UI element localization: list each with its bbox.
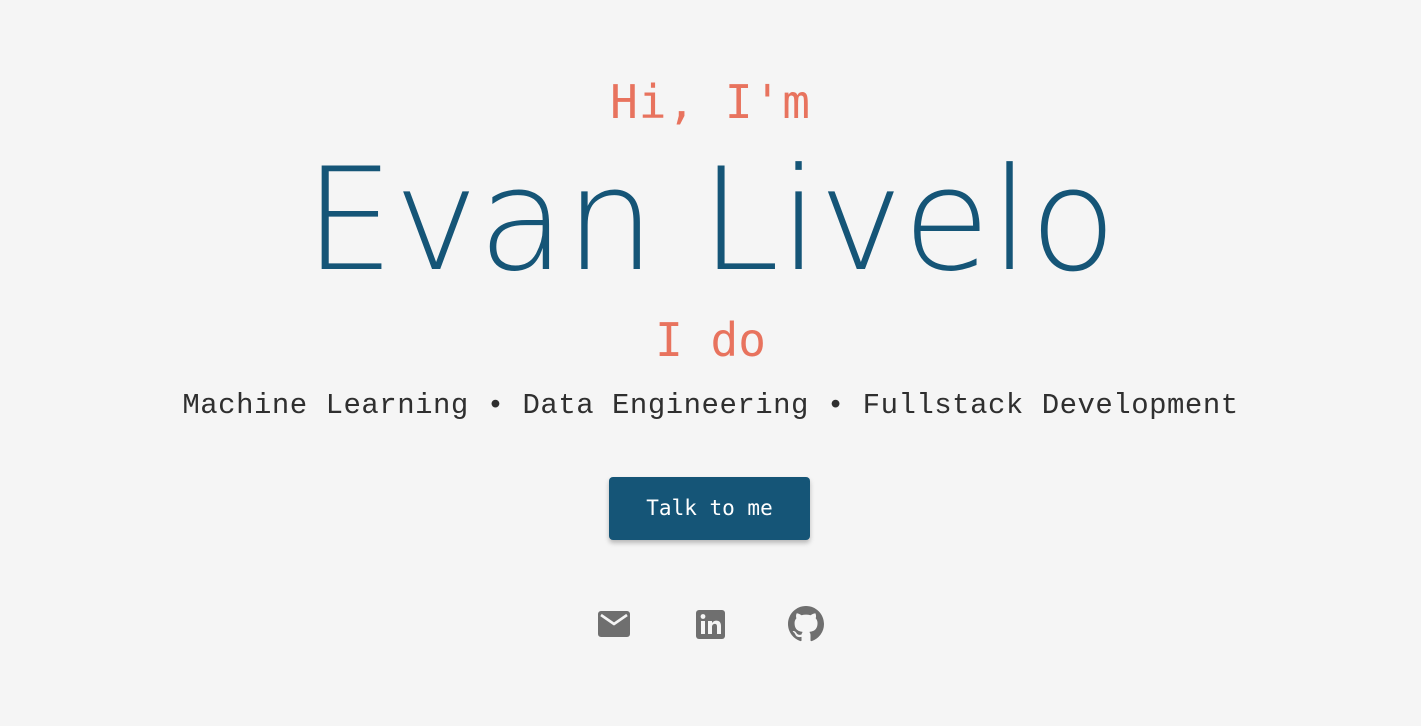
linkedin-icon: [695, 609, 725, 639]
linkedin-link[interactable]: [690, 604, 730, 644]
hero-name: Evan Livelo: [304, 138, 1117, 303]
github-link[interactable]: [786, 604, 826, 644]
talk-to-me-button[interactable]: Talk to me: [609, 477, 810, 540]
landing-page: Hi, I'm Evan Livelo I do Machine Learnin…: [0, 0, 1421, 726]
mail-icon: [598, 611, 630, 637]
email-link[interactable]: [594, 604, 634, 644]
greeting-text: Hi, I'm: [610, 75, 811, 129]
intro-text: I do: [655, 313, 766, 367]
github-icon: [788, 606, 824, 642]
skills-list: Machine Learning • Data Engineering • Fu…: [182, 389, 1239, 422]
